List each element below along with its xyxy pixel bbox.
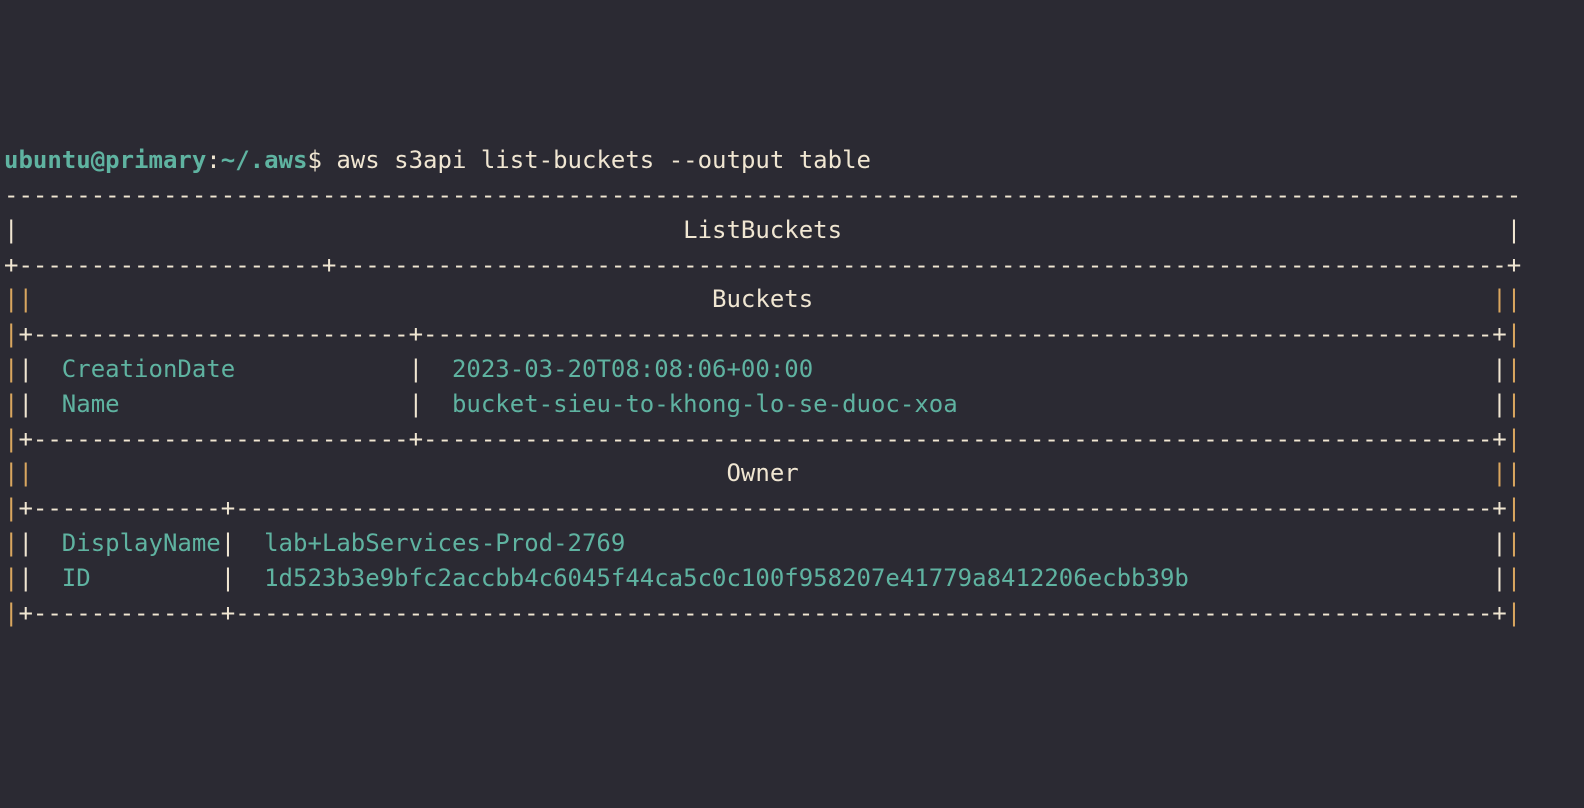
owner-sep-2: |+-------------+------------------------… [4, 599, 1521, 627]
terminal-output[interactable]: ubuntu@primary:~/.aws$ aws s3api list-bu… [0, 139, 1584, 634]
table-sep: +---------------------+-----------------… [4, 251, 1521, 279]
row-name: || Name | bucket-sieu-to-khong-lo-se-duo… [4, 390, 1521, 418]
prompt-user-host: ubuntu@primary [4, 146, 206, 174]
buckets-sep-2: |+--------------------------+-----------… [4, 425, 1521, 453]
row-displayname: || DisplayName| lab+LabServices-Prod-276… [4, 529, 1521, 557]
row-creationdate: || CreationDate | 2023-03-20T08:08:06+00… [4, 355, 1521, 383]
prompt-colon: : [206, 146, 220, 174]
prompt-path: ~/.aws [221, 146, 308, 174]
buckets-sep: |+--------------------------+-----------… [4, 320, 1521, 348]
owner-header-row: || Owner || [4, 459, 1521, 487]
table-top-rule: ----------------------------------------… [4, 181, 1521, 209]
prompt-dollar: $ [307, 146, 321, 174]
table-title-row: | ListBuckets | [4, 216, 1521, 244]
buckets-header-row: || Buckets || [4, 285, 1521, 313]
command-text: aws s3api list-buckets --output table [336, 146, 871, 174]
row-id: || ID | 1d523b3e9bfc2accbb4c6045f44ca5c0… [4, 564, 1521, 592]
